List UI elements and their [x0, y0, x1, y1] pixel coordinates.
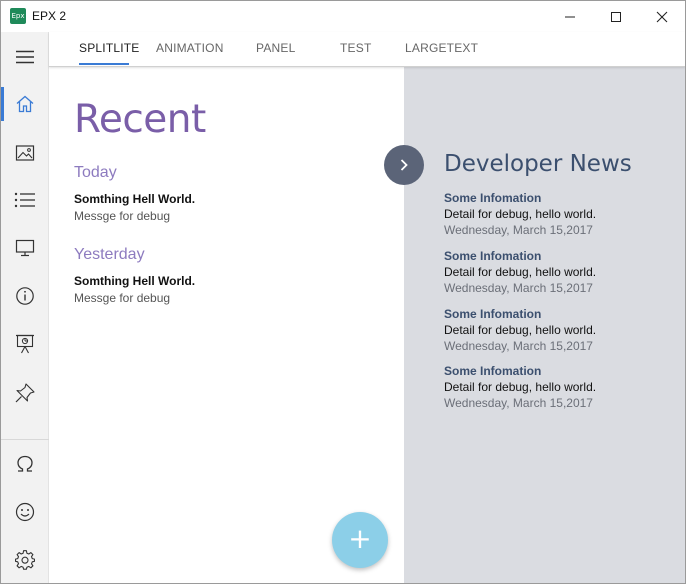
- list-item-title[interactable]: Somthing Hell World.: [74, 274, 195, 288]
- home-icon: [16, 95, 34, 113]
- chevron-right-icon: [400, 159, 408, 171]
- news-item-heading[interactable]: Some Infomation: [444, 364, 541, 378]
- omega-icon: [17, 455, 33, 472]
- sidebar-item-monitor[interactable]: [1, 225, 49, 271]
- sidebar-item-image[interactable]: [1, 130, 49, 176]
- developer-news-pane: Developer News Some Infomation Detail fo…: [404, 67, 685, 583]
- news-item-detail: Detail for debug, hello world.: [444, 380, 597, 394]
- sidebar-divider: [1, 439, 49, 440]
- sidebar-item-settings[interactable]: [1, 537, 49, 583]
- list-icon: [14, 192, 35, 208]
- list-item-title[interactable]: Somthing Hell World.: [74, 192, 195, 206]
- sidebar: [1, 32, 49, 583]
- group-header-today: Today: [74, 164, 117, 181]
- pin-icon: [15, 383, 35, 403]
- active-tab-indicator: [79, 63, 129, 65]
- sidebar-item-list[interactable]: [1, 177, 49, 223]
- news-item-date: Wednesday, March 15,2017: [444, 396, 593, 410]
- news-item-heading[interactable]: Some Infomation: [444, 307, 541, 321]
- tab-splitlite[interactable]: SPLITLITE: [79, 41, 140, 55]
- minimize-icon: [565, 16, 575, 17]
- title-bar[interactable]: Epx EPX 2: [1, 1, 685, 32]
- tab-panel[interactable]: PANEL: [256, 41, 295, 55]
- news-title: Developer News: [444, 151, 632, 177]
- news-item-detail: Detail for debug, hello world.: [444, 207, 597, 221]
- presentation-icon: [16, 334, 34, 354]
- minimize-button[interactable]: [547, 1, 593, 32]
- tab-test[interactable]: TEST: [340, 41, 371, 55]
- gear-icon: [15, 550, 35, 570]
- close-icon: [656, 11, 668, 22]
- sidebar-item-smiley[interactable]: [1, 489, 49, 535]
- sidebar-item-omega[interactable]: [1, 441, 49, 487]
- sidebar-item-home[interactable]: [1, 81, 49, 127]
- hamburger-menu-icon: [16, 50, 34, 64]
- tab-bar: SPLITLITE ANIMATION PANEL TEST LARGETEXT: [49, 32, 685, 67]
- group-header-yesterday: Yesterday: [74, 246, 145, 263]
- news-item-heading[interactable]: Some Infomation: [444, 249, 541, 263]
- news-item-date: Wednesday, March 15,2017: [444, 281, 593, 295]
- smiley-icon: [15, 502, 35, 522]
- app-logo-icon: Epx: [10, 8, 26, 24]
- sidebar-item-pin[interactable]: [1, 370, 49, 416]
- news-item-detail: Detail for debug, hello world.: [444, 265, 597, 279]
- tab-animation[interactable]: ANIMATION: [156, 41, 224, 55]
- news-item-date: Wednesday, March 15,2017: [444, 223, 593, 237]
- page-title: Recent: [74, 97, 206, 142]
- tab-largetext[interactable]: LARGETEXT: [405, 41, 478, 55]
- image-icon: [15, 145, 35, 161]
- monitor-icon: [15, 239, 35, 257]
- news-item-detail: Detail for debug, hello world.: [444, 323, 597, 337]
- close-button[interactable]: [639, 1, 685, 32]
- info-icon: [16, 287, 34, 305]
- hamburger-menu-button[interactable]: [1, 34, 49, 80]
- maximize-button[interactable]: [593, 1, 639, 32]
- news-item-date: Wednesday, March 15,2017: [444, 339, 593, 353]
- window-title: EPX 2: [32, 9, 67, 23]
- recent-pane: Recent Today Somthing Hell World. Messge…: [49, 67, 404, 583]
- sidebar-item-presentation[interactable]: [1, 321, 49, 367]
- news-item-heading[interactable]: Some Infomation: [444, 191, 541, 205]
- collapse-pane-button[interactable]: [384, 145, 424, 185]
- maximize-icon: [611, 11, 621, 22]
- add-button[interactable]: +: [332, 512, 388, 568]
- list-item-subtitle: Messge for debug: [74, 291, 171, 305]
- list-item-subtitle: Messge for debug: [74, 209, 171, 223]
- app-window: Epx EPX 2 SPLITLITE ANIMATION PANEL TEST…: [0, 0, 686, 584]
- sidebar-item-info[interactable]: [1, 273, 49, 319]
